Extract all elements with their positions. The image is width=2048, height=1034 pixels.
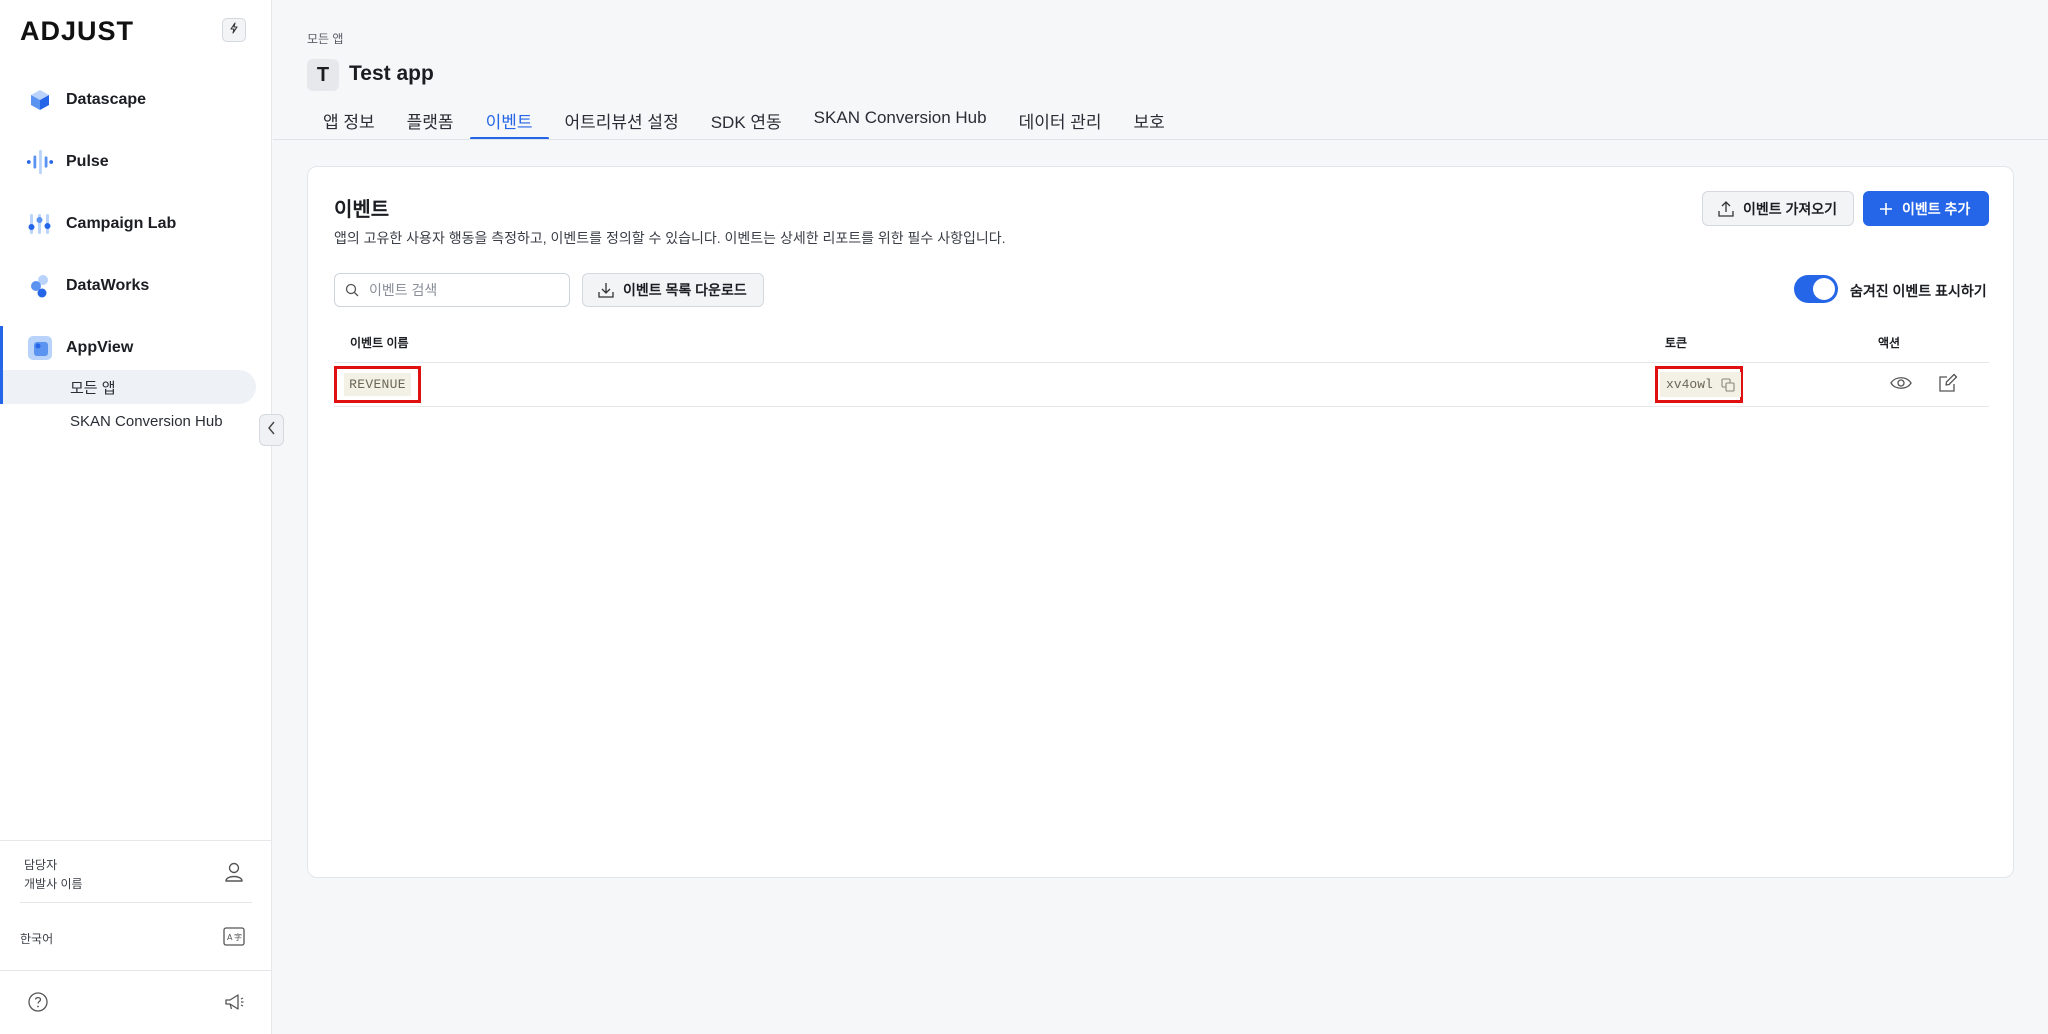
copy-icon[interactable] bbox=[1721, 377, 1735, 392]
download-event-list-label: 이벤트 목록 다운로드 bbox=[623, 282, 747, 298]
plus-icon bbox=[1878, 201, 1894, 217]
translate-icon[interactable]: A字 bbox=[222, 924, 246, 948]
section-title: 이벤트 bbox=[334, 199, 390, 221]
nav-item-dataworks[interactable]: DataWorks bbox=[0, 264, 271, 308]
datascape-icon bbox=[26, 86, 54, 114]
breadcrumb[interactable]: 모든 앱 bbox=[307, 30, 343, 47]
sub-item-label: 모든 앱 bbox=[70, 379, 116, 397]
app-tabs: 앱 정보 플랫폼 이벤트 어트리뷰션 설정 SDK 연동 SKAN Conver… bbox=[307, 104, 1181, 140]
tab-skan-conversion-hub[interactable]: SKAN Conversion Hub bbox=[798, 104, 1003, 140]
collapse-sidebar-button[interactable] bbox=[259, 414, 284, 446]
account-name: 개발사 이름 bbox=[24, 877, 83, 891]
language-label[interactable]: 한국어 bbox=[20, 930, 53, 947]
add-event-button[interactable]: 이벤트 추가 bbox=[1863, 191, 1989, 226]
download-event-list-button[interactable]: 이벤트 목록 다운로드 bbox=[582, 273, 764, 307]
show-hidden-events-toggle[interactable] bbox=[1794, 275, 1838, 303]
search-icon bbox=[345, 283, 359, 297]
user-icon[interactable] bbox=[222, 860, 246, 884]
search-input[interactable] bbox=[369, 282, 559, 298]
add-event-label: 이벤트 추가 bbox=[1902, 200, 1971, 217]
sub-item-skan-conversion-hub[interactable]: SKAN Conversion Hub bbox=[0, 404, 256, 438]
nav-label: DataWorks bbox=[66, 277, 150, 294]
divider bbox=[334, 406, 1989, 407]
tab-protection[interactable]: 보호 bbox=[1118, 104, 1181, 140]
edit-icon bbox=[1938, 373, 1958, 398]
pulse-icon bbox=[26, 148, 54, 176]
import-events-button[interactable]: 이벤트 가져오기 bbox=[1702, 191, 1854, 226]
show-hidden-events-label: 숨겨진 이벤트 표시하기 bbox=[1850, 283, 1987, 299]
eye-icon bbox=[1890, 375, 1912, 396]
main-content: 모든 앱 T Test app 앱 정보 플랫폼 이벤트 어트리뷰션 설정 SD… bbox=[273, 0, 2048, 1034]
tab-platform[interactable]: 플랫폼 bbox=[391, 104, 470, 140]
nav-item-campaign-lab[interactable]: Campaign Lab bbox=[0, 202, 271, 246]
quick-actions-button[interactable] bbox=[222, 18, 246, 42]
event-name-cell[interactable]: REVENUE bbox=[334, 366, 421, 403]
nav-label: Pulse bbox=[66, 153, 109, 170]
event-search-field[interactable] bbox=[334, 273, 570, 307]
nav-label: Datascape bbox=[66, 91, 147, 108]
dataworks-icon bbox=[26, 272, 54, 300]
column-header-event-name: 이벤트 이름 bbox=[350, 336, 409, 350]
tab-data-management[interactable]: 데이터 관리 bbox=[1003, 104, 1118, 140]
sub-item-label: SKAN Conversion Hub bbox=[70, 412, 223, 430]
nav-item-appview[interactable]: AppView bbox=[0, 326, 271, 370]
tab-attribution-settings[interactable]: 어트리뷰션 설정 bbox=[549, 104, 695, 140]
divider bbox=[20, 902, 252, 903]
column-header-actions: 액션 bbox=[1878, 336, 1901, 350]
column-header-token: 토큰 bbox=[1665, 336, 1688, 350]
divider bbox=[334, 362, 1989, 363]
announcement-icon[interactable] bbox=[222, 990, 246, 1014]
nav-item-pulse[interactable]: Pulse bbox=[0, 140, 271, 184]
sidebar: ADJUST Datascape Pulse Campaign Lab Data… bbox=[0, 0, 272, 1034]
divider bbox=[0, 840, 271, 841]
import-events-label: 이벤트 가져오기 bbox=[1743, 200, 1838, 217]
divider bbox=[273, 139, 2048, 140]
tab-events[interactable]: 이벤트 bbox=[469, 104, 549, 140]
tab-app-info[interactable]: 앱 정보 bbox=[307, 104, 391, 140]
events-card: 이벤트 앱의 고유한 사용자 행동을 측정하고, 이벤트를 정의할 수 있습니다… bbox=[307, 166, 2014, 878]
event-name: REVENUE bbox=[344, 373, 411, 396]
tab-sdk-integration[interactable]: SDK 연동 bbox=[695, 104, 798, 140]
app-avatar: T bbox=[307, 59, 339, 91]
bolt-icon bbox=[228, 21, 240, 39]
edit-event-button[interactable] bbox=[1936, 373, 1960, 397]
section-description: 앱의 고유한 사용자 행동을 측정하고, 이벤트를 정의할 수 있습니다. 이벤… bbox=[334, 230, 1006, 246]
token-badge: xv4owl bbox=[1660, 372, 1741, 397]
download-icon bbox=[597, 281, 615, 299]
event-token: xv4owl bbox=[1666, 377, 1713, 392]
account-role: 담당자 bbox=[24, 858, 58, 872]
campaign-lab-icon bbox=[26, 210, 54, 238]
upload-icon bbox=[1717, 200, 1735, 218]
page-title: Test app bbox=[349, 62, 434, 85]
chevron-left-icon bbox=[267, 421, 277, 440]
appview-icon bbox=[26, 334, 54, 362]
adjust-logo[interactable]: ADJUST bbox=[20, 16, 134, 47]
nav-label: Campaign Lab bbox=[66, 215, 177, 232]
nav-item-datascape[interactable]: Datascape bbox=[0, 78, 271, 122]
sub-item-all-apps[interactable]: 모든 앱 bbox=[0, 370, 256, 404]
nav-label: AppView bbox=[66, 339, 134, 356]
svg-text:A: A bbox=[227, 933, 233, 942]
event-token-cell[interactable]: xv4owl bbox=[1655, 366, 1743, 403]
svg-text:字: 字 bbox=[234, 932, 242, 942]
toggle-knob bbox=[1813, 278, 1835, 300]
view-event-button[interactable] bbox=[1889, 373, 1913, 397]
help-icon[interactable] bbox=[26, 990, 50, 1014]
divider bbox=[0, 970, 271, 971]
